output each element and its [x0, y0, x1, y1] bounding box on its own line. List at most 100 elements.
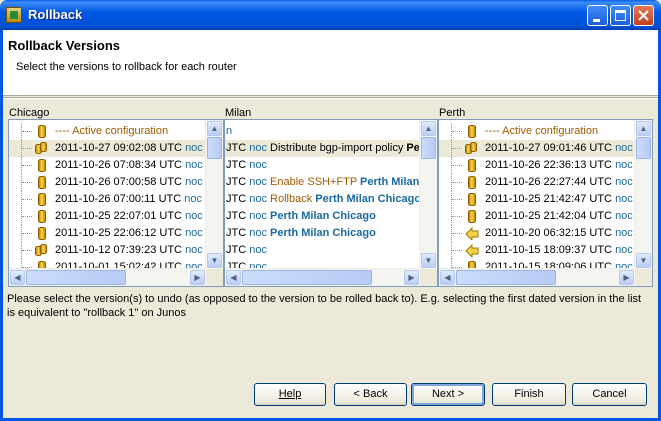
horizontal-scrollbar[interactable]: ◀ ▶: [439, 268, 635, 286]
version-tree-chicago[interactable]: ---- Active configuration 2011-10-27 09:0…: [8, 119, 224, 287]
scroll-up-button[interactable]: ▲: [636, 121, 651, 136]
scroll-thumb[interactable]: [636, 137, 651, 159]
horizontal-scrollbar[interactable]: ◀ ▶: [225, 268, 420, 286]
tree-connector: [451, 123, 464, 140]
back-button[interactable]: < Back: [334, 383, 407, 406]
list-item[interactable]: JTC noc Enable SSH+FTP Perth Milan C: [225, 174, 430, 191]
version-user: noc: [249, 142, 267, 154]
database-icon: [38, 158, 46, 172]
version-comment: Enable SSH+FTP: [270, 176, 357, 188]
scroll-thumb[interactable]: [421, 137, 436, 159]
list-item[interactable]: 2011-10-25 21:42:04 UTC noc: [439, 208, 642, 225]
finish-button[interactable]: Finish: [492, 383, 566, 406]
list-item[interactable]: 2011-10-26 22:27:44 UTC noc: [439, 174, 642, 191]
list-item[interactable]: JTC noc Rollback Perth Milan Chicago: [225, 191, 430, 208]
tree-connector: [21, 123, 34, 140]
horizontal-scrollbar[interactable]: ◀ ▶: [9, 268, 206, 286]
finish-button-label: Finish: [514, 388, 544, 400]
window-title: Rollback: [28, 7, 83, 22]
scroll-thumb[interactable]: [26, 270, 126, 285]
list-item[interactable]: 2011-10-20 06:32:15 UTC noc: [439, 225, 642, 242]
target-routers: Perth Milan Chicago: [315, 193, 422, 205]
scroll-thumb[interactable]: [242, 270, 372, 285]
version-tree-perth[interactable]: ---- Active configuration 2011-10-27 09:0…: [438, 119, 653, 287]
database-icon: [468, 158, 476, 172]
scroll-right-button[interactable]: ▶: [619, 270, 634, 285]
column-label-perth: Perth: [439, 107, 466, 119]
scroll-up-button[interactable]: ▲: [421, 121, 436, 136]
scroll-left-button[interactable]: ◀: [226, 270, 241, 285]
scroll-up-button[interactable]: ▲: [207, 121, 222, 136]
scroll-corner: [635, 269, 652, 286]
help-button-label: Help: [278, 388, 302, 400]
list-item[interactable]: 2011-10-27 09:01:46 UTC noc l: [439, 140, 642, 157]
version-date: 2011-10-27 09:02:08 UTC: [55, 142, 182, 154]
row-text: n: [226, 125, 233, 137]
version-date: 2011-10-26 22:27:44 UTC: [485, 176, 612, 188]
list-item[interactable]: 2011-10-12 07:39:23 UTC noc E: [9, 242, 213, 259]
scroll-right-button[interactable]: ▶: [190, 270, 205, 285]
list-item[interactable]: JTC noc: [225, 242, 430, 259]
version-date: 2011-10-15 18:09:37 UTC: [485, 244, 612, 256]
list-item[interactable]: JTC noc Perth Milan Chicago: [225, 208, 430, 225]
list-item[interactable]: 2011-10-26 07:08:34 UTC noc: [9, 157, 213, 174]
list-item[interactable]: 2011-10-25 21:42:47 UTC noc: [439, 191, 642, 208]
list-item[interactable]: JTC noc: [225, 157, 430, 174]
list-item[interactable]: JTC noc Perth Milan Chicago: [225, 225, 430, 242]
version-user: noc: [185, 227, 203, 239]
scroll-corner: [420, 269, 437, 286]
tree-connector: [451, 174, 464, 191]
list-item[interactable]: 2011-10-27 09:02:08 UTC noc l: [9, 140, 214, 157]
next-button-label: Next >: [431, 388, 465, 400]
row-prefix: JTC: [226, 193, 247, 205]
version-user: noc: [249, 244, 267, 256]
version-user: noc: [185, 210, 203, 222]
database-icon: [38, 192, 46, 206]
rollback-arrow-icon: [465, 243, 479, 258]
database-icon: [468, 124, 476, 138]
version-user: noc: [615, 210, 633, 222]
version-date: 2011-10-12 07:39:23 UTC: [55, 244, 182, 256]
scroll-left-button[interactable]: ◀: [10, 270, 25, 285]
vertical-scrollbar[interactable]: ▲ ▼: [205, 120, 223, 269]
scroll-down-button[interactable]: ▼: [207, 253, 222, 268]
row-text: ---- Active configuration: [55, 125, 169, 137]
list-item[interactable]: 2011-10-25 22:06:12 UTC noc: [9, 225, 213, 242]
cancel-button[interactable]: Cancel: [572, 383, 647, 406]
list-item[interactable]: 2011-10-26 07:00:58 UTC noc: [9, 174, 213, 191]
scroll-down-button[interactable]: ▼: [636, 253, 651, 268]
title-bar[interactable]: Rollback: [0, 0, 661, 30]
vertical-scrollbar[interactable]: ▲ ▼: [634, 120, 652, 269]
scroll-right-button[interactable]: ▶: [404, 270, 419, 285]
close-icon: [638, 10, 649, 21]
list-item[interactable]: JTC noc Distribute bgp-import policy Per…: [225, 140, 431, 157]
close-button[interactable]: [633, 5, 654, 26]
help-button[interactable]: Help: [254, 383, 326, 406]
tree-connector: [21, 191, 34, 208]
list-item[interactable]: 2011-10-26 22:36:13 UTC noc: [439, 157, 642, 174]
version-date: 2011-10-25 22:07:01 UTC: [55, 210, 182, 222]
wizard-header: Rollback Versions Select the versions to…: [3, 30, 658, 96]
version-tree-milan[interactable]: n JTC noc Distribute bgp-import policy Pe…: [224, 119, 438, 287]
target-routers: Perth Milan Chicago: [270, 227, 376, 239]
back-button-label: < Back: [353, 388, 388, 400]
list-item[interactable]: ---- Active configuration: [9, 123, 213, 140]
tree-connector: [451, 157, 464, 174]
tree-connector: [451, 208, 464, 225]
minimize-button[interactable]: [587, 5, 608, 26]
scroll-thumb[interactable]: [456, 270, 556, 285]
list-item[interactable]: 2011-10-25 22:07:01 UTC noc: [9, 208, 213, 225]
list-item[interactable]: 2011-10-26 07:00:11 UTC noc: [9, 191, 213, 208]
page-subtitle: Select the versions to rollback for each…: [16, 61, 237, 73]
scroll-corner: [206, 269, 223, 286]
maximize-button[interactable]: [610, 5, 631, 26]
scroll-thumb[interactable]: [207, 137, 222, 159]
row-prefix: JTC: [226, 142, 247, 154]
list-item[interactable]: ---- Active configuration: [439, 123, 642, 140]
scroll-left-button[interactable]: ◀: [440, 270, 455, 285]
next-button[interactable]: Next >: [411, 383, 485, 406]
scroll-down-button[interactable]: ▼: [421, 253, 436, 268]
list-item[interactable]: n: [225, 123, 430, 140]
list-item[interactable]: 2011-10-15 18:09:37 UTC noc 1: [439, 242, 642, 259]
vertical-scrollbar[interactable]: ▲ ▼: [419, 120, 437, 269]
